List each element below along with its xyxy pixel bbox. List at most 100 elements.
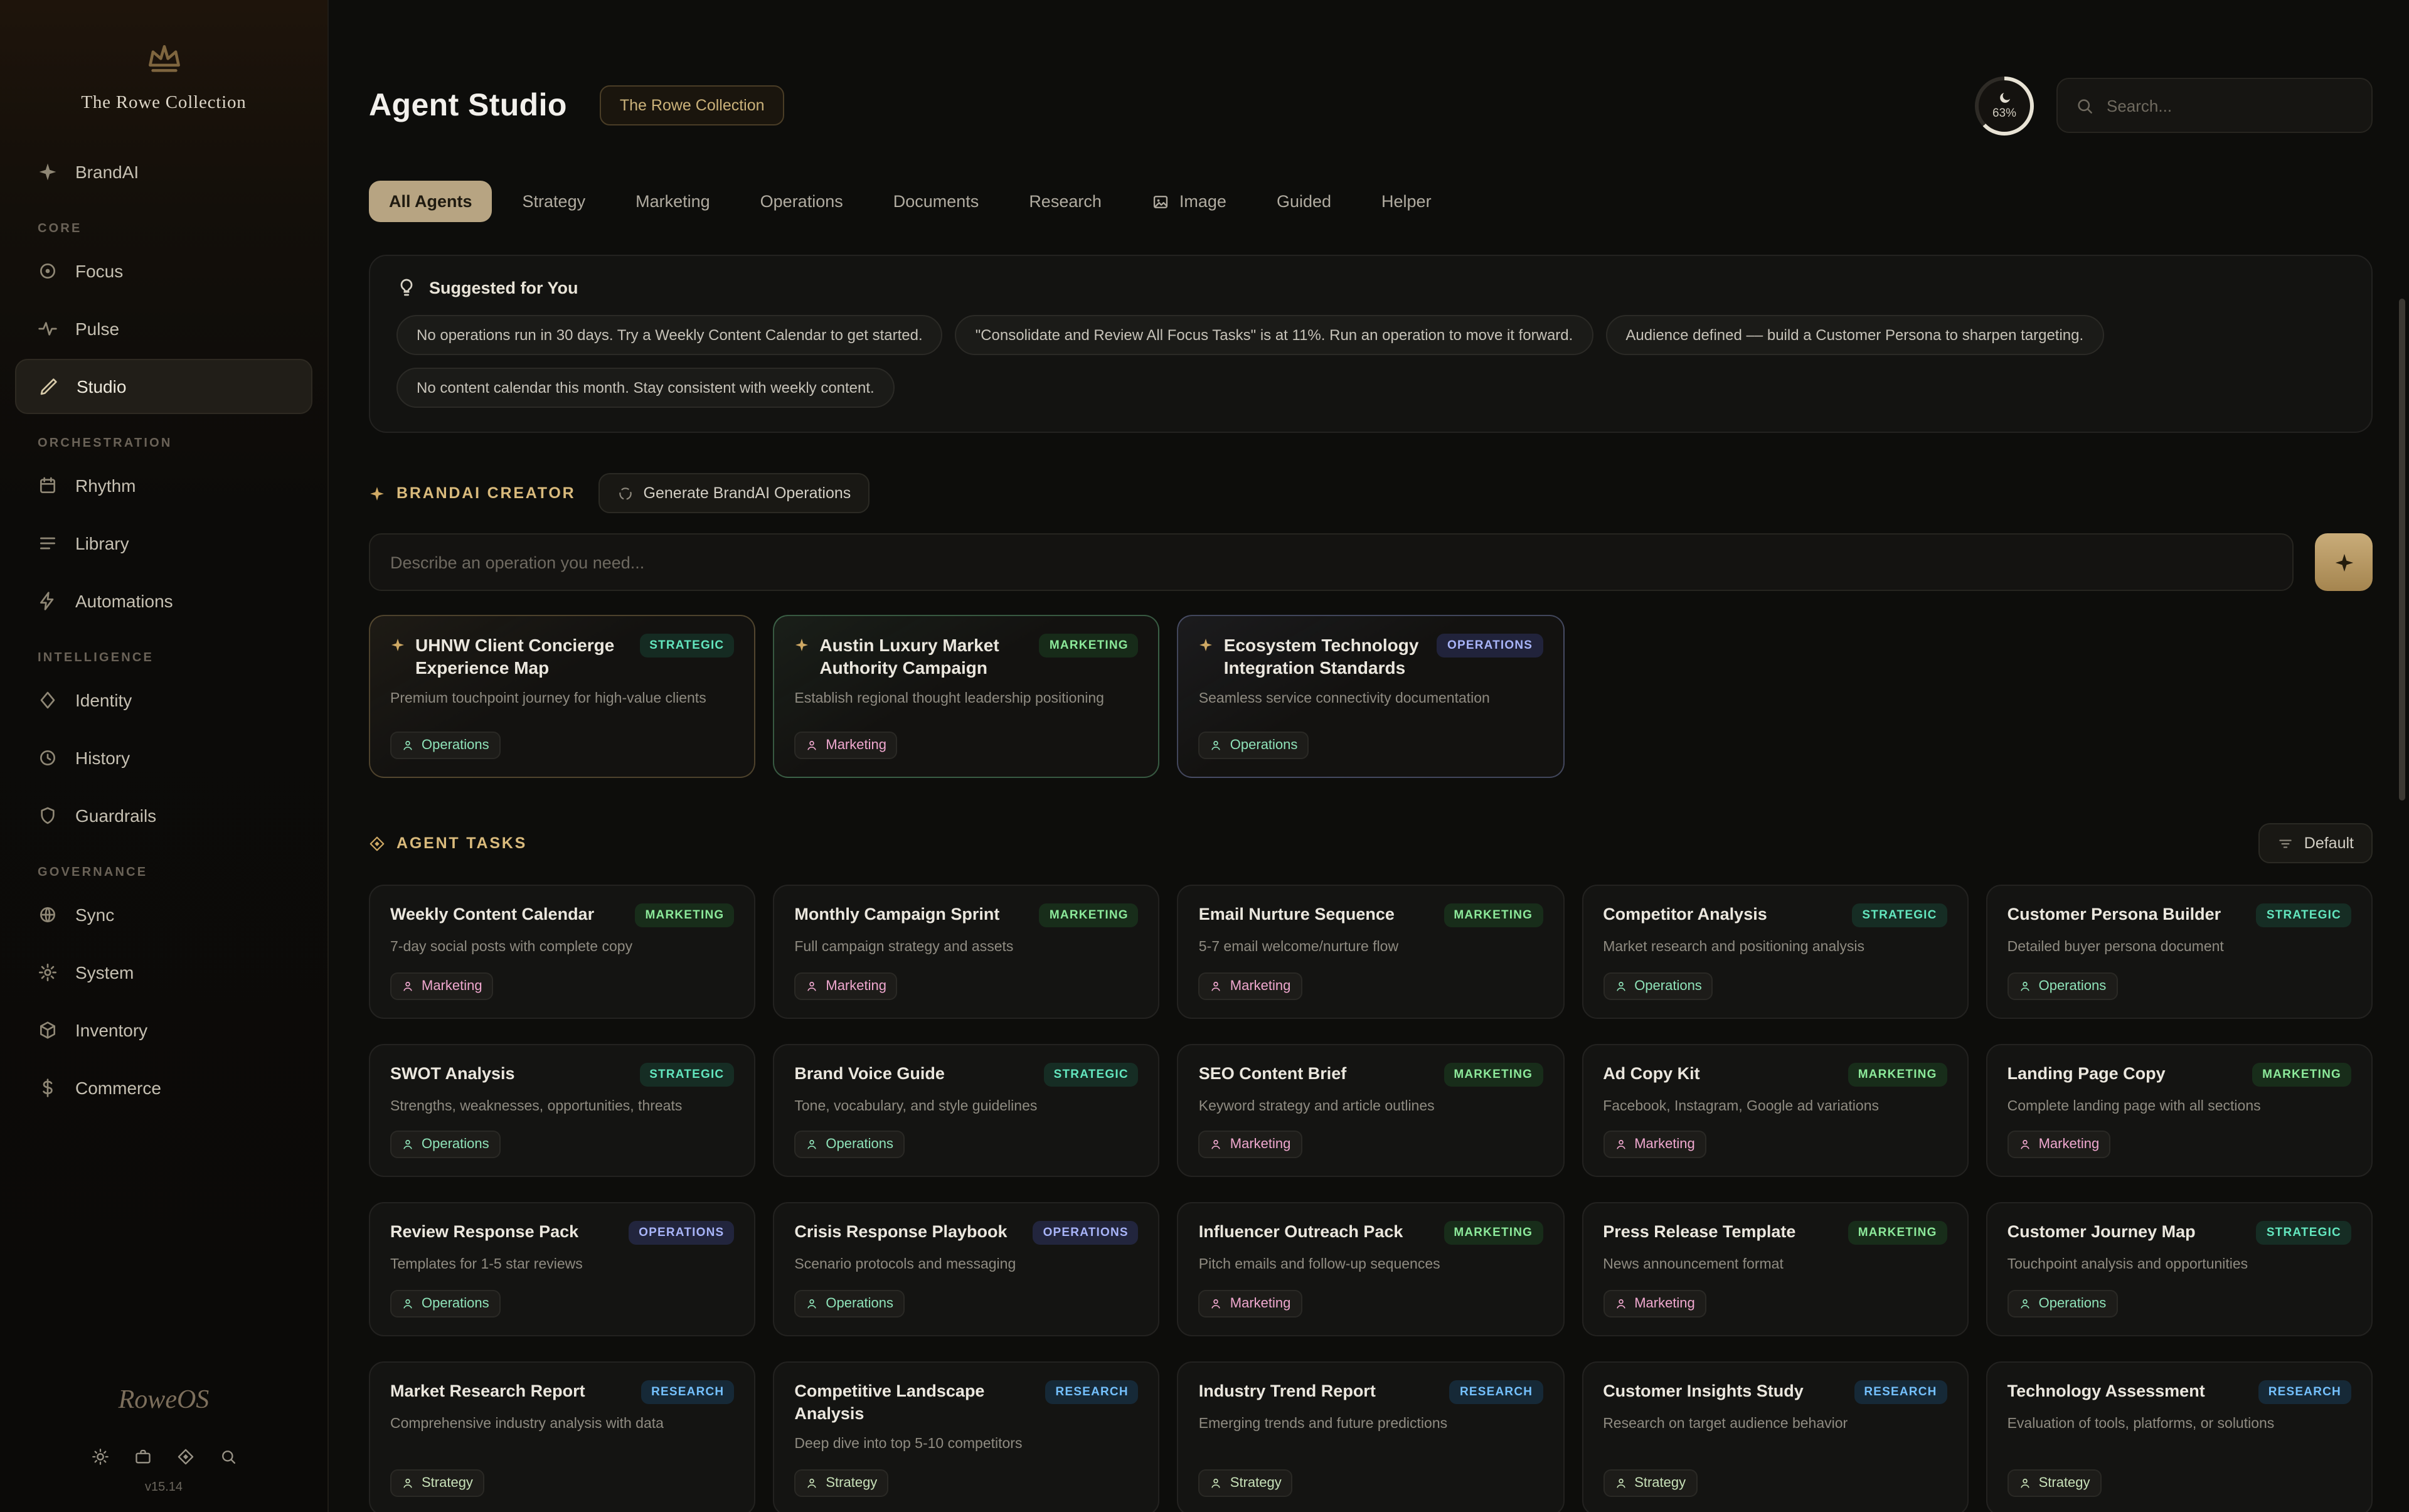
person-icon — [402, 1297, 414, 1310]
sidebar-item-label: History — [75, 748, 130, 768]
tab-operations[interactable]: Operations — [740, 181, 863, 222]
person-icon — [806, 979, 818, 992]
wordmark: RoweOS — [0, 1384, 327, 1415]
task-card-customer-insights-study[interactable]: Customer Insights StudyRESEARCHResearch … — [1582, 1361, 1968, 1512]
task-card-influencer-outreach-pack[interactable]: Influencer Outreach PackMARKETINGPitch e… — [1178, 1203, 1564, 1336]
generate-operations-button[interactable]: Generate BrandAI Operations — [598, 473, 870, 513]
task-card-landing-page-copy[interactable]: Landing Page CopyMARKETINGComplete landi… — [1986, 1043, 2373, 1177]
sidebar-item-system[interactable]: System — [15, 945, 312, 1000]
default-filter-button[interactable]: Default — [2259, 823, 2373, 863]
sidebar-item-commerce[interactable]: Commerce — [15, 1060, 312, 1115]
category-badge: RESEARCH — [1046, 1380, 1139, 1404]
suggestion-chip[interactable]: "Consolidate and Review All Focus Tasks"… — [955, 315, 1593, 355]
task-card-market-research-report[interactable]: Market Research ReportRESEARCHComprehens… — [369, 1361, 755, 1512]
card-tag: Marketing — [2008, 1117, 2111, 1159]
sidebar-item-label: Library — [75, 533, 129, 553]
tab-all-agents[interactable]: All Agents — [369, 181, 492, 222]
sidebar-item-library[interactable]: Library — [15, 516, 312, 571]
task-card-review-response-pack[interactable]: Review Response PackOPERATIONSTemplates … — [369, 1203, 755, 1336]
generate-operations-label: Generate BrandAI Operations — [644, 484, 851, 502]
suggestion-chip[interactable]: Audience defined –– build a Customer Per… — [1605, 315, 2103, 355]
category-badge: OPERATIONS — [1437, 634, 1543, 658]
task-card-monthly-campaign-sprint[interactable]: Monthly Campaign SprintMARKETINGFull cam… — [773, 885, 1159, 1018]
search-icon[interactable] — [219, 1448, 237, 1466]
tab-strategy[interactable]: Strategy — [503, 181, 606, 222]
tab-documents[interactable]: Documents — [873, 181, 999, 222]
task-card-press-release-template[interactable]: Press Release TemplateMARKETINGNews anno… — [1582, 1203, 1968, 1336]
card-tag-label: Operations — [2039, 978, 2107, 993]
brand-crest-icon — [142, 38, 185, 80]
task-card-industry-trend-report[interactable]: Industry Trend ReportRESEARCHEmerging tr… — [1178, 1361, 1564, 1512]
task-card-ad-copy-kit[interactable]: Ad Copy KitMARKETINGFacebook, Instagram,… — [1582, 1043, 1968, 1177]
person-icon — [1210, 1477, 1223, 1489]
tab-label: Operations — [760, 192, 843, 211]
category-badge: MARKETING — [1848, 1062, 1947, 1086]
task-card-technology-assessment[interactable]: Technology AssessmentRESEARCHEvaluation … — [1986, 1361, 2373, 1512]
category-badge: OPERATIONS — [1033, 1222, 1139, 1245]
tab-label: Strategy — [523, 192, 586, 211]
suggested-header: Suggested for You — [396, 277, 2345, 297]
category-badge: MARKETING — [1444, 1062, 1543, 1086]
card-tag: Strategy — [390, 1456, 484, 1497]
card-tag: Marketing — [1199, 958, 1302, 999]
task-card-competitive-landscape-analysis[interactable]: Competitive Landscape AnalysisRESEARCHDe… — [773, 1361, 1159, 1512]
tab-label: Research — [1029, 192, 1102, 211]
card-tag: Operations — [390, 718, 501, 759]
tab-research[interactable]: Research — [1009, 181, 1122, 222]
task-card-customer-persona-builder[interactable]: Customer Persona BuilderSTRATEGICDetaile… — [1986, 885, 2373, 1018]
card-header: SEO Content BriefMARKETING — [1199, 1062, 1543, 1086]
sidebar-item-studio[interactable]: Studio — [15, 359, 312, 414]
operation-input[interactable] — [369, 533, 2294, 591]
sidebar-item-label: System — [75, 962, 134, 982]
card-description: Scenario protocols and messaging — [794, 1255, 1138, 1276]
task-card-brand-voice-guide[interactable]: Brand Voice GuideSTRATEGICTone, vocabula… — [773, 1043, 1159, 1177]
filter-icon — [2278, 835, 2294, 851]
task-card-swot-analysis[interactable]: SWOT AnalysisSTRATEGICStrengths, weaknes… — [369, 1043, 755, 1177]
suggestion-chip[interactable]: No content calendar this month. Stay con… — [396, 368, 895, 408]
card-title: Landing Page Copy — [2008, 1062, 2235, 1084]
sidebar-item-label: Studio — [77, 376, 126, 397]
suggestion-chip[interactable]: No operations run in 30 days. Try a Week… — [396, 315, 943, 355]
sidebar-item-history[interactable]: History — [15, 730, 312, 785]
tab-guided[interactable]: Guided — [1257, 181, 1351, 222]
task-card-crisis-response-playbook[interactable]: Crisis Response Playbook OPERATIONS Scenar… — [773, 1203, 1159, 1336]
card-tag: Operations — [2008, 958, 2118, 999]
tab-helper[interactable]: Helper — [1361, 181, 1452, 222]
sidebar-item-label: Sync — [75, 905, 114, 925]
card-description: Touchpoint analysis and opportunities — [2008, 1255, 2351, 1276]
briefcase-icon[interactable] — [134, 1448, 151, 1466]
tab-marketing[interactable]: Marketing — [615, 181, 730, 222]
sidebar-item-rhythm[interactable]: Rhythm — [15, 458, 312, 513]
sidebar: The Rowe Collection BrandAICOREFocusPuls… — [0, 0, 329, 1512]
rhythm-icon — [38, 476, 58, 496]
submit-operation-button[interactable] — [2315, 533, 2373, 591]
sun-icon[interactable] — [91, 1448, 109, 1466]
tab-image[interactable]: Image — [1132, 181, 1247, 222]
card-tag-label: Marketing — [422, 978, 482, 993]
person-icon — [1210, 739, 1223, 752]
card-title: Competitive Landscape Analysis — [794, 1380, 1028, 1424]
featured-card-austin-luxury-market-authority-campaign[interactable]: Austin Luxury Market Authority CampaignM… — [773, 615, 1159, 778]
moon-icon — [1997, 90, 2012, 105]
sidebar-item-inventory[interactable]: Inventory — [15, 1003, 312, 1058]
sidebar-item-identity[interactable]: Identity — [15, 673, 312, 728]
person-icon — [2019, 1477, 2031, 1489]
task-card-customer-journey-map[interactable]: Customer Journey MapSTRATEGICTouchpoint … — [1986, 1203, 2373, 1336]
sidebar-item-brandai[interactable]: BrandAI — [15, 144, 312, 200]
scrollbar[interactable] — [2399, 299, 2405, 801]
diamond-icon[interactable] — [176, 1448, 194, 1466]
sidebar-item-pulse[interactable]: Pulse — [15, 301, 312, 356]
task-card-weekly-content-calendar[interactable]: Weekly Content CalendarMARKETING7-day so… — [369, 885, 755, 1018]
card-title: Crisis Response Playbook — [794, 1222, 1015, 1243]
task-card-seo-content-brief[interactable]: SEO Content BriefMARKETINGKeyword strate… — [1178, 1043, 1564, 1177]
card-description: Pitch emails and follow-up sequences — [1199, 1255, 1543, 1276]
task-card-competitor-analysis[interactable]: Competitor AnalysisSTRATEGICMarket resea… — [1582, 885, 1968, 1018]
sidebar-item-automations[interactable]: Automations — [15, 573, 312, 629]
search-input[interactable] — [2107, 96, 2354, 115]
sidebar-item-focus[interactable]: Focus — [15, 243, 312, 299]
sidebar-item-guardrails[interactable]: Guardrails — [15, 788, 312, 843]
task-card-email-nurture-sequence[interactable]: Email Nurture SequenceMARKETING5-7 email… — [1178, 885, 1564, 1018]
featured-card-uhnw-client-concierge-experience-map[interactable]: UHNW Client Concierge Experience MapSTRA… — [369, 615, 755, 778]
sidebar-item-sync[interactable]: Sync — [15, 887, 312, 942]
featured-card-ecosystem-technology-integration-standards[interactable]: Ecosystem Technology Integration Standar… — [1178, 615, 1564, 778]
